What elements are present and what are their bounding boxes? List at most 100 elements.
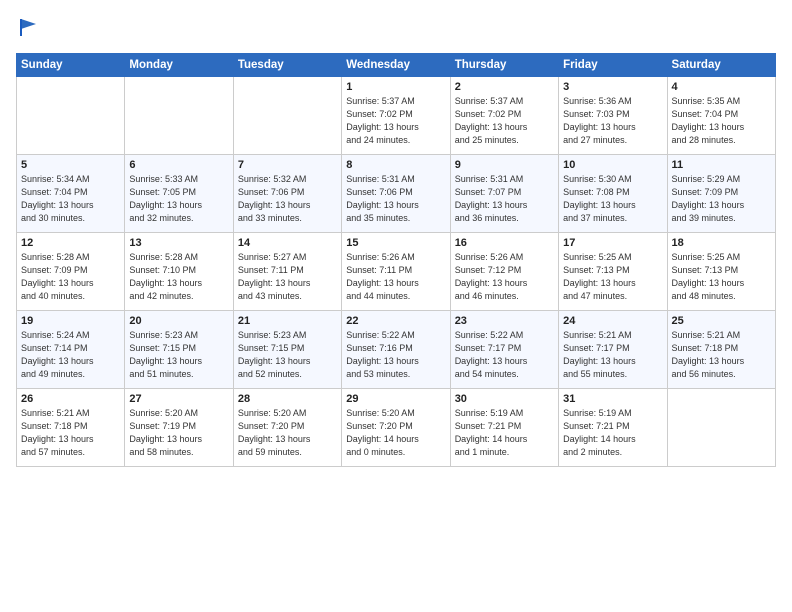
day-info: Sunrise: 5:19 AMSunset: 7:21 PMDaylight:…: [455, 407, 554, 459]
weekday-header-saturday: Saturday: [667, 54, 775, 77]
calendar-cell: 19 Sunrise: 5:24 AMSunset: 7:14 PMDayligh…: [17, 311, 125, 389]
day-info: Sunrise: 5:21 AMSunset: 7:18 PMDaylight:…: [21, 407, 120, 459]
day-number: 13: [129, 237, 228, 249]
day-info: Sunrise: 5:23 AMSunset: 7:15 PMDaylight:…: [238, 329, 337, 381]
day-info: Sunrise: 5:31 AMSunset: 7:07 PMDaylight:…: [455, 173, 554, 225]
day-info: Sunrise: 5:22 AMSunset: 7:16 PMDaylight:…: [346, 329, 445, 381]
day-number: 23: [455, 315, 554, 327]
day-number: 7: [238, 159, 337, 171]
day-number: 28: [238, 393, 337, 405]
calendar-cell: 27 Sunrise: 5:20 AMSunset: 7:19 PMDayligh…: [125, 389, 233, 467]
weekday-header-friday: Friday: [559, 54, 667, 77]
calendar-cell: [667, 389, 775, 467]
day-info: Sunrise: 5:37 AMSunset: 7:02 PMDaylight:…: [455, 95, 554, 147]
calendar-cell: 7 Sunrise: 5:32 AMSunset: 7:06 PMDaylight…: [233, 155, 341, 233]
day-info: Sunrise: 5:20 AMSunset: 7:20 PMDaylight:…: [238, 407, 337, 459]
calendar-table: SundayMondayTuesdayWednesdayThursdayFrid…: [16, 53, 776, 467]
week-row-4: 26 Sunrise: 5:21 AMSunset: 7:18 PMDayligh…: [17, 389, 776, 467]
day-number: 18: [672, 237, 771, 249]
day-info: Sunrise: 5:28 AMSunset: 7:10 PMDaylight:…: [129, 251, 228, 303]
calendar-cell: 22 Sunrise: 5:22 AMSunset: 7:16 PMDayligh…: [342, 311, 450, 389]
day-info: Sunrise: 5:25 AMSunset: 7:13 PMDaylight:…: [563, 251, 662, 303]
day-number: 4: [672, 81, 771, 93]
day-number: 22: [346, 315, 445, 327]
calendar-cell: 8 Sunrise: 5:31 AMSunset: 7:06 PMDaylight…: [342, 155, 450, 233]
day-number: 2: [455, 81, 554, 93]
calendar-cell: 18 Sunrise: 5:25 AMSunset: 7:13 PMDayligh…: [667, 233, 775, 311]
logo: [16, 16, 40, 43]
logo-flag-icon: [18, 16, 40, 38]
calendar-cell: 16 Sunrise: 5:26 AMSunset: 7:12 PMDayligh…: [450, 233, 558, 311]
day-info: Sunrise: 5:33 AMSunset: 7:05 PMDaylight:…: [129, 173, 228, 225]
weekday-header-sunday: Sunday: [17, 54, 125, 77]
day-info: Sunrise: 5:28 AMSunset: 7:09 PMDaylight:…: [21, 251, 120, 303]
day-number: 1: [346, 81, 445, 93]
day-info: Sunrise: 5:26 AMSunset: 7:11 PMDaylight:…: [346, 251, 445, 303]
day-info: Sunrise: 5:25 AMSunset: 7:13 PMDaylight:…: [672, 251, 771, 303]
calendar-cell: 14Sunrise: 5:27 AMSunset: 7:11 PMDayligh…: [233, 233, 341, 311]
calendar-cell: 11 Sunrise: 5:29 AMSunset: 7:09 PMDayligh…: [667, 155, 775, 233]
day-number: 5: [21, 159, 120, 171]
calendar-body: 1 Sunrise: 5:37 AMSunset: 7:02 PMDaylight…: [17, 77, 776, 467]
calendar-cell: 30 Sunrise: 5:19 AMSunset: 7:21 PMDayligh…: [450, 389, 558, 467]
day-info: Sunrise: 5:35 AMSunset: 7:04 PMDaylight:…: [672, 95, 771, 147]
day-number: 29: [346, 393, 445, 405]
calendar-cell: [233, 77, 341, 155]
day-number: 19: [21, 315, 120, 327]
day-number: 11: [672, 159, 771, 171]
day-number: 26: [21, 393, 120, 405]
day-info: Sunrise: 5:24 AMSunset: 7:14 PMDaylight:…: [21, 329, 120, 381]
day-info: Sunrise: 5:34 AMSunset: 7:04 PMDaylight:…: [21, 173, 120, 225]
day-info: Sunrise: 5:23 AMSunset: 7:15 PMDaylight:…: [129, 329, 228, 381]
week-row-1: 5 Sunrise: 5:34 AMSunset: 7:04 PMDaylight…: [17, 155, 776, 233]
calendar-cell: [125, 77, 233, 155]
day-info: Sunrise: 5:20 AMSunset: 7:19 PMDaylight:…: [129, 407, 228, 459]
calendar-cell: 15 Sunrise: 5:26 AMSunset: 7:11 PMDayligh…: [342, 233, 450, 311]
day-info: Sunrise: 5:29 AMSunset: 7:09 PMDaylight:…: [672, 173, 771, 225]
day-info: Sunrise: 5:37 AMSunset: 7:02 PMDaylight:…: [346, 95, 445, 147]
day-number: 20: [129, 315, 228, 327]
calendar-cell: 10Sunrise: 5:30 AMSunset: 7:08 PMDayligh…: [559, 155, 667, 233]
calendar-cell: 9Sunrise: 5:31 AMSunset: 7:07 PMDaylight…: [450, 155, 558, 233]
calendar-cell: 12 Sunrise: 5:28 AMSunset: 7:09 PMDayligh…: [17, 233, 125, 311]
calendar-cell: 29 Sunrise: 5:20 AMSunset: 7:20 PMDayligh…: [342, 389, 450, 467]
day-number: 30: [455, 393, 554, 405]
day-number: 15: [346, 237, 445, 249]
calendar-cell: 26 Sunrise: 5:21 AMSunset: 7:18 PMDayligh…: [17, 389, 125, 467]
calendar-cell: 20 Sunrise: 5:23 AMSunset: 7:15 PMDayligh…: [125, 311, 233, 389]
day-info: Sunrise: 5:22 AMSunset: 7:17 PMDaylight:…: [455, 329, 554, 381]
week-row-3: 19 Sunrise: 5:24 AMSunset: 7:14 PMDayligh…: [17, 311, 776, 389]
day-info: Sunrise: 5:20 AMSunset: 7:20 PMDaylight:…: [346, 407, 445, 459]
day-number: 27: [129, 393, 228, 405]
calendar-cell: 25Sunrise: 5:21 AMSunset: 7:18 PMDayligh…: [667, 311, 775, 389]
weekday-header-wednesday: Wednesday: [342, 54, 450, 77]
weekday-header-thursday: Thursday: [450, 54, 558, 77]
day-info: Sunrise: 5:26 AMSunset: 7:12 PMDaylight:…: [455, 251, 554, 303]
day-number: 6: [129, 159, 228, 171]
week-row-2: 12 Sunrise: 5:28 AMSunset: 7:09 PMDayligh…: [17, 233, 776, 311]
day-info: Sunrise: 5:30 AMSunset: 7:08 PMDaylight:…: [563, 173, 662, 225]
day-info: Sunrise: 5:36 AMSunset: 7:03 PMDaylight:…: [563, 95, 662, 147]
calendar-cell: 13 Sunrise: 5:28 AMSunset: 7:10 PMDayligh…: [125, 233, 233, 311]
day-info: Sunrise: 5:21 AMSunset: 7:17 PMDaylight:…: [563, 329, 662, 381]
day-number: 24: [563, 315, 662, 327]
day-number: 21: [238, 315, 337, 327]
calendar-cell: 2 Sunrise: 5:37 AMSunset: 7:02 PMDaylight…: [450, 77, 558, 155]
calendar-cell: 4 Sunrise: 5:35 AMSunset: 7:04 PMDaylight…: [667, 77, 775, 155]
calendar-cell: 21 Sunrise: 5:23 AMSunset: 7:15 PMDayligh…: [233, 311, 341, 389]
calendar-cell: 23 Sunrise: 5:22 AMSunset: 7:17 PMDayligh…: [450, 311, 558, 389]
day-info: Sunrise: 5:31 AMSunset: 7:06 PMDaylight:…: [346, 173, 445, 225]
day-number: 16: [455, 237, 554, 249]
week-row-0: 1 Sunrise: 5:37 AMSunset: 7:02 PMDaylight…: [17, 77, 776, 155]
day-info: Sunrise: 5:32 AMSunset: 7:06 PMDaylight:…: [238, 173, 337, 225]
weekday-header-monday: Monday: [125, 54, 233, 77]
day-number: 12: [21, 237, 120, 249]
calendar-cell: 17Sunrise: 5:25 AMSunset: 7:13 PMDayligh…: [559, 233, 667, 311]
day-number: 8: [346, 159, 445, 171]
day-number: 3: [563, 81, 662, 93]
weekday-header-tuesday: Tuesday: [233, 54, 341, 77]
calendar-cell: 24 Sunrise: 5:21 AMSunset: 7:17 PMDayligh…: [559, 311, 667, 389]
calendar-cell: 6 Sunrise: 5:33 AMSunset: 7:05 PMDaylight…: [125, 155, 233, 233]
calendar-page: SundayMondayTuesdayWednesdayThursdayFrid…: [0, 0, 792, 612]
calendar-cell: 28 Sunrise: 5:20 AMSunset: 7:20 PMDayligh…: [233, 389, 341, 467]
